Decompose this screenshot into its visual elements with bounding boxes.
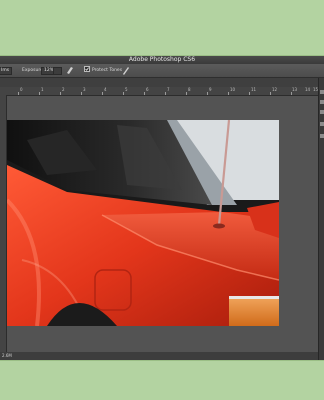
ruler-tick: [39, 92, 40, 95]
document-tab-bar: [0, 78, 318, 87]
ruler-tick: [165, 92, 166, 95]
ruler-label: 3: [83, 87, 86, 92]
ruler-tick: [270, 92, 271, 95]
ruler-tick: [60, 92, 61, 95]
car-photo: [7, 120, 279, 326]
options-bar: Ims Exposure: 12% Protect Tones: [0, 64, 324, 78]
title-bar: Adobe Photoshop CS6: [0, 56, 324, 64]
horizontal-ruler: 0 1 2 3 4 5 6 7 8 9 10 11 12 13 14 15: [0, 87, 318, 96]
panel-icon[interactable]: [320, 90, 324, 94]
ruler-label: 8: [188, 87, 191, 92]
ruler-label: 6: [146, 87, 149, 92]
ruler-label: 7: [167, 87, 170, 92]
protect-tones-label: Protect Tones: [92, 68, 123, 73]
ruler-label: 1: [41, 87, 44, 92]
ruler-label: 5: [125, 87, 128, 92]
ruler-label: 9: [209, 87, 212, 92]
ruler-label: 10: [230, 87, 236, 92]
ruler-tick: [207, 92, 208, 95]
ruler-tick: [144, 92, 145, 95]
canvas-area[interactable]: [7, 96, 318, 360]
range-select[interactable]: Ims: [0, 67, 13, 75]
ruler-tick: [18, 92, 19, 95]
ruler-label: 0: [20, 87, 23, 92]
ruler-label: 14: [305, 87, 311, 92]
ruler-label: 4: [104, 87, 107, 92]
ruler-label: 11: [251, 87, 257, 92]
protect-tones-checkbox[interactable]: Protect Tones: [84, 64, 122, 77]
ruler-tick: [123, 92, 124, 95]
ruler-label: 2: [62, 87, 65, 92]
panel-icon[interactable]: [320, 122, 324, 126]
panel-icon[interactable]: [320, 134, 324, 138]
checkbox-icon[interactable]: [84, 65, 90, 72]
ruler-label: 13: [292, 87, 298, 92]
ruler-tick: [249, 92, 250, 95]
bottom-border: [0, 360, 324, 361]
window-title: Adobe Photoshop CS6: [128, 56, 196, 63]
panel-icon[interactable]: [320, 110, 324, 114]
status-bar: 2.6M: [0, 352, 318, 360]
ruler-tick: [81, 92, 82, 95]
ruler-tick: [186, 92, 187, 95]
zoom-readout: 2.6M: [2, 353, 12, 358]
ruler-tick: [228, 92, 229, 95]
vertical-ruler: [0, 95, 7, 360]
photoshop-window: Adobe Photoshop CS6 Ims Exposure: 12% Pr…: [0, 56, 324, 360]
ruler-label: 12: [272, 87, 278, 92]
ruler-tick: [291, 92, 292, 95]
right-panel-dock: [318, 78, 324, 360]
ruler-tick: [102, 92, 103, 95]
photo-canvas[interactable]: [7, 120, 279, 326]
exposure-dropdown-icon[interactable]: [53, 67, 62, 75]
panel-icon[interactable]: [320, 100, 324, 104]
